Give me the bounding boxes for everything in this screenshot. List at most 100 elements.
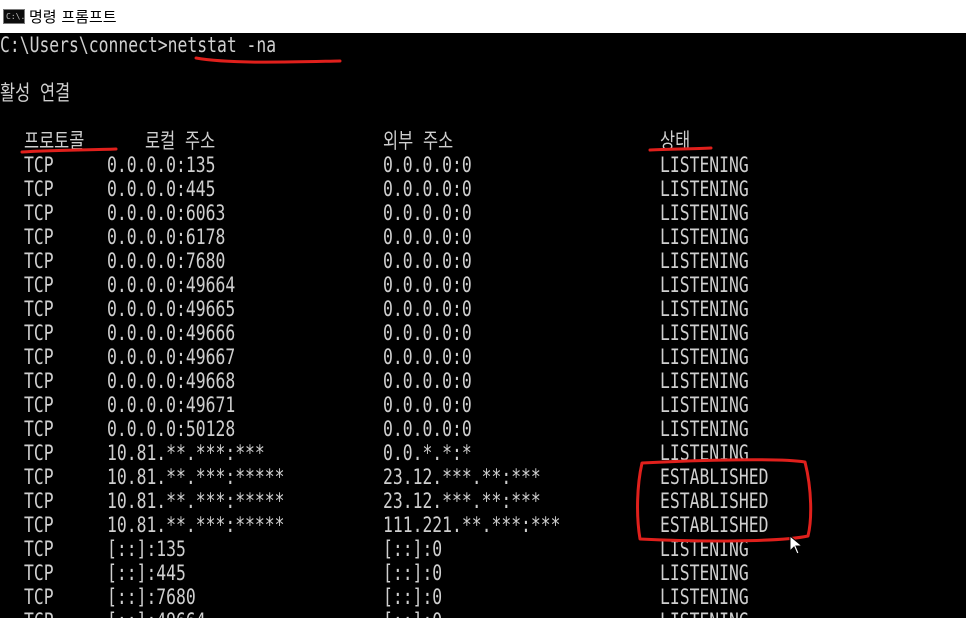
cell-foreign-address: 0.0.*.*:* [383, 441, 472, 465]
cell-protocol: TCP [24, 177, 54, 201]
cell-state-wrap: LISTENING [660, 369, 774, 393]
cell-state-wrap: ESTABLISHED [660, 513, 799, 537]
cell-protocol-wrap: TCP [24, 465, 62, 489]
cell-foreign-address-wrap: 0.0.0.0:0 [383, 249, 497, 273]
cell-state: ESTABLISHED [660, 513, 769, 537]
cell-local-address-wrap: 0.0.0.0:49667 [107, 345, 271, 369]
cell-state-wrap: LISTENING [660, 153, 774, 177]
table-header: 프로토콜 로컬 주소 외부 주소 상태 [0, 129, 966, 153]
cell-foreign-address-wrap: 111.221.**.***:*** [383, 513, 611, 537]
cell-protocol: TCP [24, 297, 54, 321]
cell-protocol: TCP [24, 153, 54, 177]
table-row: TCP 0.0.0.0:445 0.0.0.0:0 LISTENING [0, 177, 966, 201]
cell-foreign-address: 0.0.0.0:0 [383, 369, 472, 393]
cell-foreign-address-wrap: 0.0.0.0:0 [383, 321, 497, 345]
cell-foreign-address: 0.0.0.0:0 [383, 393, 472, 417]
cell-protocol-wrap: TCP [24, 249, 62, 273]
header-local: 로컬 주소 [145, 129, 216, 153]
table-row: TCP [::]:49664 [::]:0 LISTENING [0, 609, 966, 618]
cell-local-address-wrap: 0.0.0.0:50128 [107, 417, 271, 441]
cell-local-address-wrap: 0.0.0.0:135 [107, 153, 246, 177]
table-row: TCP 0.0.0.0:135 0.0.0.0:0 LISTENING [0, 153, 966, 177]
cell-foreign-address-wrap: 0.0.0.0:0 [383, 369, 497, 393]
cell-protocol: TCP [24, 201, 54, 225]
cell-protocol: TCP [24, 513, 54, 537]
cell-foreign-address: 0.0.0.0:0 [383, 177, 472, 201]
cell-foreign-address-wrap: 0.0.0.0:0 [383, 297, 497, 321]
cell-local-address: 0.0.0.0:49664 [107, 273, 236, 297]
cell-local-address: 0.0.0.0:49671 [107, 393, 236, 417]
cell-local-address: 0.0.0.0:6063 [107, 201, 226, 225]
cell-state-wrap: LISTENING [660, 249, 774, 273]
cell-state-wrap: LISTENING [660, 561, 774, 585]
cell-protocol-wrap: TCP [24, 441, 62, 465]
cell-foreign-address-wrap: 23.12.***.**:*** [383, 465, 585, 489]
cell-local-address-wrap: 0.0.0.0:6178 [107, 225, 259, 249]
cell-protocol: TCP [24, 321, 54, 345]
cell-foreign-address: 0.0.0.0:0 [383, 273, 472, 297]
cell-foreign-address: 0.0.0.0:0 [383, 297, 472, 321]
cell-state: LISTENING [660, 153, 749, 177]
cell-state: LISTENING [660, 273, 749, 297]
console-output[interactable]: C:\Users\connect>netstat -na 활성 연결 프로토콜 … [0, 33, 966, 618]
cell-protocol: TCP [24, 225, 54, 249]
title-bar: C:\. 명령 프롬프트 [0, 0, 966, 33]
table-row: TCP 10.81.**.***:***** 23.12.***.**:*** EST… [0, 465, 966, 489]
cell-local-address: 0.0.0.0:7680 [107, 249, 226, 273]
cell-foreign-address-wrap: 0.0.0.0:0 [383, 345, 497, 369]
table-row: TCP 0.0.0.0:50128 0.0.0.0:0 LISTENING [0, 417, 966, 441]
cell-local-address: 0.0.0.0:49667 [107, 345, 236, 369]
cell-local-address: [::]:445 [107, 561, 186, 585]
table-row: TCP 0.0.0.0:49668 0.0.0.0:0 LISTENING [0, 369, 966, 393]
cell-state-wrap: ESTABLISHED [660, 465, 799, 489]
cell-foreign-address: [::]:0 [383, 561, 443, 585]
cell-foreign-address: 23.12.***.**:*** [383, 465, 541, 489]
cell-protocol-wrap: TCP [24, 153, 62, 177]
section-title: 활성 연결 [0, 81, 71, 105]
cell-local-address-wrap: [::]:49664 [107, 609, 233, 618]
cell-local-address: 0.0.0.0:445 [107, 177, 216, 201]
cell-protocol-wrap: TCP [24, 417, 62, 441]
cell-local-address-wrap: [::]:445 [107, 561, 208, 585]
cell-protocol-wrap: TCP [24, 225, 62, 249]
cell-foreign-address-wrap: 0.0.*.*:* [383, 441, 497, 465]
cell-protocol-wrap: TCP [24, 561, 62, 585]
cell-foreign-address-wrap: 0.0.0.0:0 [383, 153, 497, 177]
cell-state-wrap: LISTENING [660, 201, 774, 225]
cell-state: LISTENING [660, 585, 749, 609]
cell-state-wrap: LISTENING [660, 297, 774, 321]
cell-protocol-wrap: TCP [24, 489, 62, 513]
cell-state: LISTENING [660, 297, 749, 321]
cell-foreign-address: 0.0.0.0:0 [383, 321, 472, 345]
cell-foreign-address-wrap: 0.0.0.0:0 [383, 417, 497, 441]
cell-protocol-wrap: TCP [24, 585, 62, 609]
table-row: TCP 0.0.0.0:7680 0.0.0.0:0 LISTENING [0, 249, 966, 273]
cell-state-wrap: LISTENING [660, 393, 774, 417]
cell-local-address-wrap: 0.0.0.0:49668 [107, 369, 271, 393]
cell-local-address-wrap: 10.81.**.***:***** [107, 465, 335, 489]
cell-protocol-wrap: TCP [24, 345, 62, 369]
mouse-pointer-icon [789, 535, 804, 555]
cell-state: LISTENING [660, 441, 749, 465]
cell-state-wrap: LISTENING [660, 321, 774, 345]
command-text: netstat -na [167, 33, 277, 57]
cell-state: LISTENING [660, 561, 749, 585]
cell-state: ESTABLISHED [660, 489, 769, 513]
cell-protocol: TCP [24, 249, 54, 273]
table-row: TCP 0.0.0.0:49664 0.0.0.0:0 LISTENING [0, 273, 966, 297]
cell-local-address-wrap: 10.81.**.***:*** [107, 441, 309, 465]
cell-state: LISTENING [660, 345, 749, 369]
cell-state: LISTENING [660, 249, 749, 273]
cell-foreign-address: 0.0.0.0:0 [383, 345, 472, 369]
window-title: 명령 프롬프트 [29, 8, 117, 26]
prompt-path: C:\Users\connect> [0, 33, 168, 57]
table-row: TCP 0.0.0.0:49671 0.0.0.0:0 LISTENING [0, 393, 966, 417]
cell-state: LISTENING [660, 225, 749, 249]
table-row: TCP 0.0.0.0:49666 0.0.0.0:0 LISTENING [0, 321, 966, 345]
cell-state-wrap: ESTABLISHED [660, 489, 799, 513]
header-state: 상태 [660, 129, 691, 153]
cell-local-address-wrap: 0.0.0.0:49665 [107, 297, 271, 321]
cell-foreign-address: [::]:0 [383, 585, 443, 609]
cell-protocol-wrap: TCP [24, 297, 62, 321]
cell-foreign-address: 0.0.0.0:0 [383, 249, 472, 273]
